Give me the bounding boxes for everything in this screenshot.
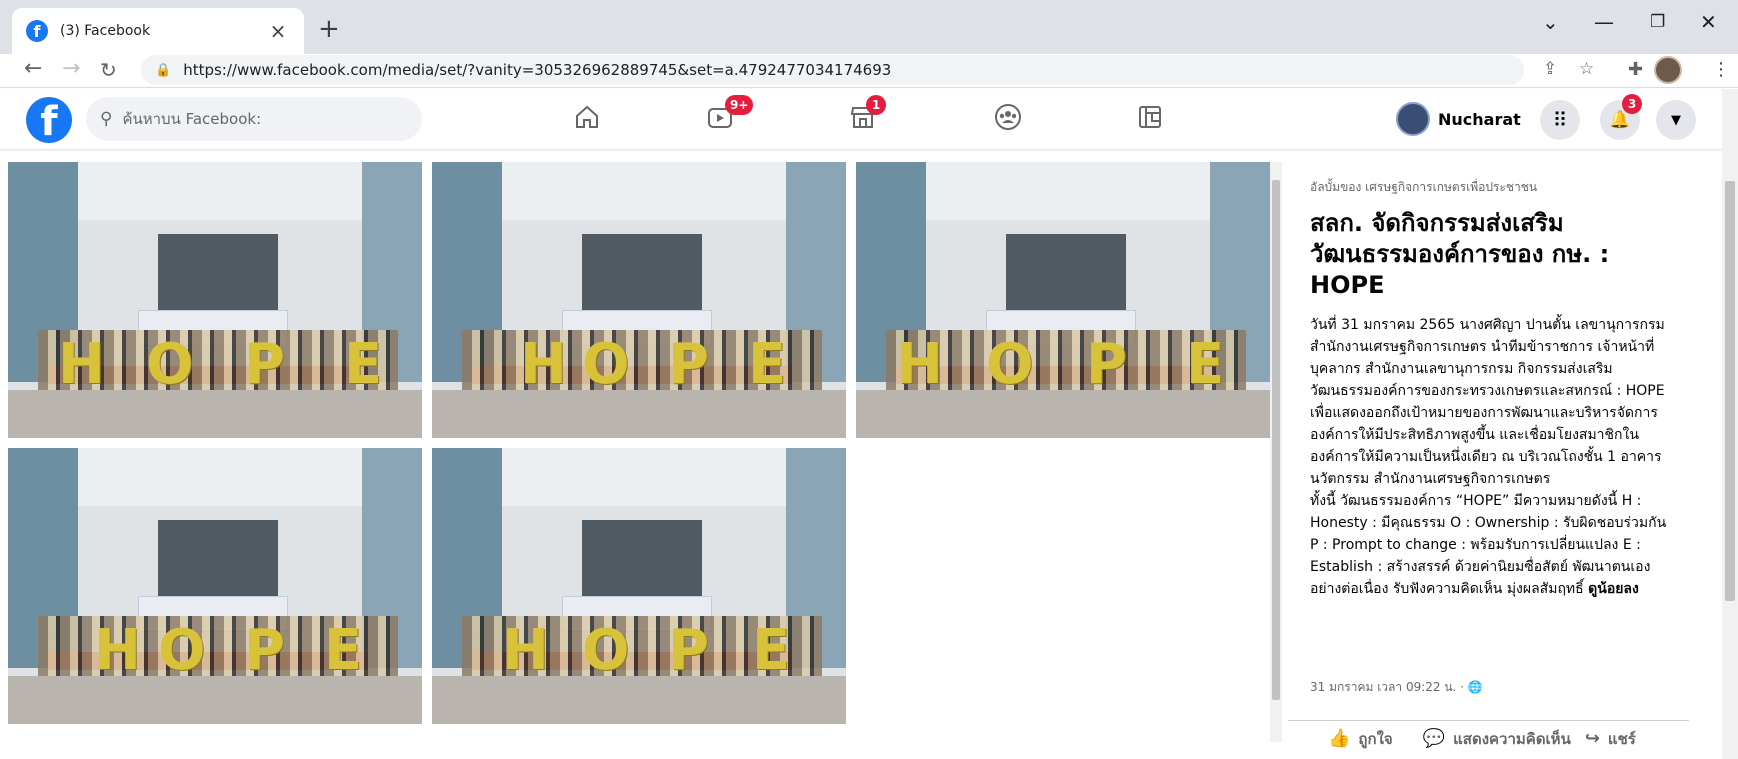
facebook-favicon-icon: f — [26, 20, 48, 42]
watch-badge: 9+ — [725, 95, 754, 115]
search-input[interactable] — [122, 110, 383, 128]
album-info-panel: อัลบั้มของ เศรษฐกิจการเกษตรเพื่อประชาชน … — [1288, 162, 1689, 759]
album-title: สลก. จัดกิจกรรมส่งเสริมวัฒนธรรมองค์การขอ… — [1310, 209, 1610, 299]
star-icon[interactable]: ☆ — [1579, 59, 1594, 79]
share-label: แชร์ — [1607, 729, 1636, 748]
photos-scrollbar[interactable] — [1270, 162, 1282, 742]
facebook-logo-icon[interactable]: f — [26, 97, 72, 143]
window-close-icon[interactable]: ✕ — [1700, 10, 1717, 34]
browser-toolbar: ← → ↻ 🔒 https://www.facebook.com/media/s… — [0, 54, 1738, 88]
menu-icon[interactable]: ⋮ — [1712, 59, 1730, 80]
album-photo-grid: H O P E H O P E H O P E H O P E H O P E — [8, 162, 1270, 742]
like-button[interactable]: 👍 ถูกใจ — [1328, 727, 1393, 751]
tab-search-chevron-icon[interactable]: ⌄ — [1542, 10, 1559, 34]
marketplace-icon[interactable]: 1 — [840, 95, 886, 137]
home-icon[interactable] — [564, 97, 610, 137]
tab-title: (3) Facebook — [60, 23, 151, 39]
back-icon[interactable]: ← — [24, 56, 42, 81]
album-photo[interactable]: H O P E — [8, 162, 422, 438]
share-icon[interactable]: ⇪ — [1543, 59, 1557, 79]
profile-link[interactable]: Nucharat — [1396, 99, 1521, 139]
groups-icon[interactable] — [985, 97, 1031, 137]
browser-tab[interactable]: f (3) Facebook × — [12, 8, 304, 54]
notifications-button[interactable]: 🔔 3 — [1600, 94, 1642, 140]
album-photo[interactable]: H O P E — [432, 162, 846, 438]
tab-close-icon[interactable]: × — [266, 19, 290, 43]
like-icon: 👍 — [1328, 728, 1351, 749]
comment-label: แสดงความคิดเห็น — [1453, 729, 1571, 748]
lock-icon[interactable]: 🔒 — [155, 63, 171, 78]
notifications-badge: 3 — [1622, 94, 1642, 114]
gaming-icon[interactable] — [1127, 97, 1173, 137]
page-scrollbar[interactable] — [1722, 89, 1738, 759]
post-actions: 👍 ถูกใจ 💬 แสดงความคิดเห็น ↪ แชร์ — [1288, 720, 1689, 756]
share-button[interactable]: ↪ แชร์ — [1585, 727, 1636, 751]
description-paragraph: วันที่ 31 มกราคม 2565 นางศศิญา ปานตั้น เ… — [1310, 317, 1665, 487]
forward-icon[interactable]: → — [62, 56, 80, 81]
album-photo[interactable]: H O P E — [8, 448, 422, 724]
user-name: Nucharat — [1438, 109, 1521, 129]
album-description: วันที่ 31 มกราคม 2565 นางศศิญา ปานตั้น เ… — [1310, 314, 1672, 600]
album-photo[interactable]: H O P E — [856, 162, 1270, 438]
account-dropdown-icon[interactable]: ▼ — [1656, 100, 1696, 140]
restore-icon[interactable]: ❐ — [1650, 12, 1665, 32]
album-owner[interactable]: อัลบั้มของ เศรษฐกิจการเกษตรเพื่อประชาชน — [1310, 178, 1537, 197]
extensions-icon[interactable]: ✚ — [1628, 59, 1643, 80]
address-bar[interactable]: 🔒 https://www.facebook.com/media/set/?va… — [141, 55, 1594, 85]
reload-icon[interactable]: ↻ — [100, 58, 117, 82]
search-icon: ⚲ — [100, 109, 113, 129]
menu-grid-icon[interactable]: ⠿ — [1540, 100, 1580, 140]
watch-icon[interactable]: 9+ — [697, 95, 754, 137]
facebook-header: f ⚲ 9+ 1 Nucharat ⠿ 🔔 3 ▼ — [0, 89, 1722, 149]
browser-tab-strip: f (3) Facebook × + ⌄ — ❐ ✕ — [0, 0, 1738, 54]
album-photo[interactable]: H O P E — [432, 448, 846, 724]
minimize-icon[interactable]: — — [1594, 10, 1614, 34]
url-text[interactable]: https://www.facebook.com/media/set/?vani… — [183, 61, 891, 79]
facebook-search[interactable]: ⚲ — [86, 97, 422, 141]
profile-avatar[interactable] — [1654, 56, 1682, 84]
like-label: ถูกใจ — [1358, 729, 1393, 748]
post-timestamp[interactable]: 31 มกราคม เวลา 09:22 น. · — [1310, 680, 1468, 694]
globe-icon: 🌐 — [1467, 680, 1483, 694]
marketplace-badge: 1 — [866, 95, 886, 115]
post-meta: 31 มกราคม เวลา 09:22 น. · 🌐 — [1310, 678, 1483, 697]
comment-icon: 💬 — [1422, 728, 1446, 749]
share-arrow-icon: ↪ — [1584, 728, 1600, 749]
new-tab-button[interactable]: + — [318, 14, 340, 44]
see-less-link[interactable]: ดูน้อยลง — [1588, 581, 1639, 597]
user-avatar — [1396, 102, 1430, 136]
comment-button[interactable]: 💬 แสดงความคิดเห็น — [1423, 727, 1571, 751]
